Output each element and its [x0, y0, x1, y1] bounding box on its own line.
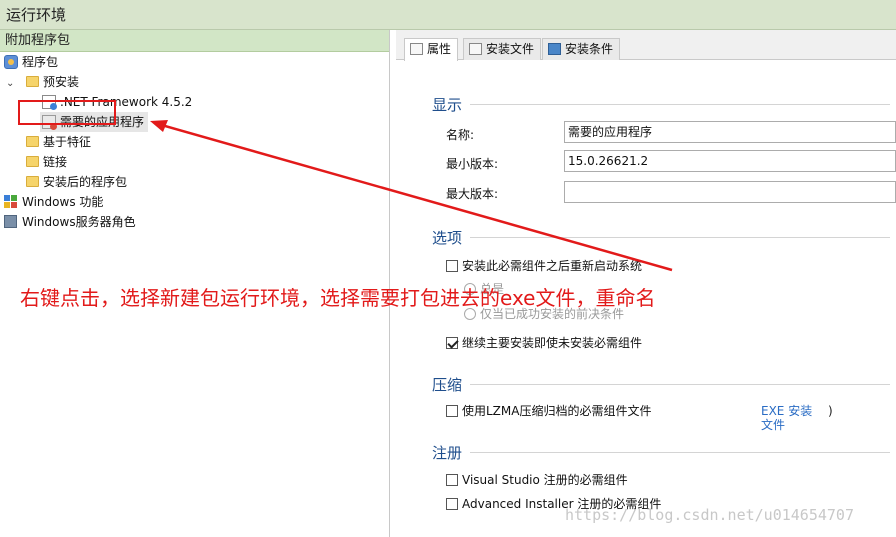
section-divider	[470, 384, 890, 385]
continue-main-install-checkbox[interactable]: 继续主要安装即使未安装必需组件	[446, 334, 642, 351]
checkbox-box[interactable]	[446, 405, 458, 417]
min-version-label: 最小版本:	[446, 157, 499, 171]
section-title-options: 选项	[432, 229, 463, 247]
exe-install-files-link[interactable]: EXE 安装文件	[761, 404, 823, 432]
section-divider	[470, 237, 890, 238]
panel-header: 附加程序包	[0, 30, 389, 52]
checkbox-box[interactable]	[446, 260, 458, 272]
checkbox-label: Visual Studio 注册的必需组件	[462, 473, 628, 487]
tree-item-feature-based[interactable]: 基于特征	[26, 132, 91, 152]
tab-label: 安装条件	[565, 42, 614, 56]
annotation-text: 右键点击，选择新建包运行环境，选择需要打包进去的exe文件，重命名	[20, 286, 656, 310]
properties-icon	[410, 43, 423, 55]
checkbox-box[interactable]	[446, 498, 458, 510]
section-title-registration: 注册	[432, 444, 463, 462]
section-title-display: 显示	[432, 96, 463, 114]
tab-install-files[interactable]: 安装文件	[463, 38, 542, 60]
folder-icon	[26, 136, 39, 147]
section-divider	[470, 104, 890, 105]
install-conditions-icon	[548, 43, 561, 55]
tree-item-label: Windows服务器角色	[22, 215, 136, 229]
package-icon	[4, 54, 18, 69]
tree-item-label: Windows 功能	[22, 195, 104, 209]
chevron-down-icon[interactable]: ⌄	[6, 74, 18, 94]
checkbox-box[interactable]	[446, 337, 458, 349]
min-version-field[interactable]: 15.0.26621.2	[564, 150, 896, 172]
window-title: 运行环境	[0, 0, 896, 30]
tab-label: 属性	[427, 42, 452, 56]
tree-item-label: 安装后的程序包	[43, 175, 128, 189]
tab-install-conditions[interactable]: 安装条件	[542, 38, 621, 60]
max-version-field[interactable]	[564, 181, 896, 203]
tab-properties[interactable]: 属性	[404, 38, 459, 61]
max-version-label: 最大版本:	[446, 187, 499, 201]
tree-item-preinstall[interactable]: ⌄ 预安装	[6, 72, 79, 92]
watermark: https://blog.csdn.net/u014654707	[565, 506, 854, 524]
tab-label: 安装文件	[486, 42, 535, 56]
tree-item-packages[interactable]: 程序包	[4, 52, 58, 72]
checkbox-label: 安装此必需组件之后重新启动系统	[462, 259, 643, 273]
restart-after-install-checkbox[interactable]: 安装此必需组件之后重新启动系统	[446, 257, 642, 274]
vs-registered-checkbox[interactable]: Visual Studio 注册的必需组件	[446, 471, 628, 488]
highlight-box	[18, 100, 116, 125]
tree-item-post-install[interactable]: 安装后的程序包	[26, 172, 127, 192]
folder-icon	[26, 156, 39, 167]
tree-item-windows-server-roles[interactable]: Windows服务器角色	[4, 212, 136, 232]
link-suffix: )	[828, 404, 833, 418]
tree-item-label: 程序包	[22, 55, 59, 69]
lzma-compression-checkbox[interactable]: 使用LZMA压缩归档的必需组件文件	[446, 402, 651, 419]
folder-icon	[26, 76, 39, 87]
name-label: 名称:	[446, 128, 475, 142]
install-files-icon	[469, 43, 482, 55]
windows-features-icon	[4, 194, 18, 209]
windows-server-roles-icon	[4, 214, 18, 229]
checkbox-label: 继续主要安装即使未安装必需组件	[462, 336, 643, 350]
tab-bar: 属性 安装文件 安装条件	[396, 30, 896, 61]
tree-item-windows-features[interactable]: Windows 功能	[4, 192, 103, 212]
tree-item-label: 链接	[43, 155, 68, 169]
checkbox-label: 使用LZMA压缩归档的必需组件文件	[462, 404, 652, 418]
section-title-compression: 压缩	[432, 376, 463, 394]
tree-item-label: 预安装	[43, 75, 80, 89]
section-divider	[470, 452, 890, 453]
name-field[interactable]: 需要的应用程序	[564, 121, 896, 143]
checkbox-box[interactable]	[446, 474, 458, 486]
folder-icon	[26, 176, 39, 187]
tree-item-label: 基于特征	[43, 135, 92, 149]
tree-item-links[interactable]: 链接	[26, 152, 67, 172]
